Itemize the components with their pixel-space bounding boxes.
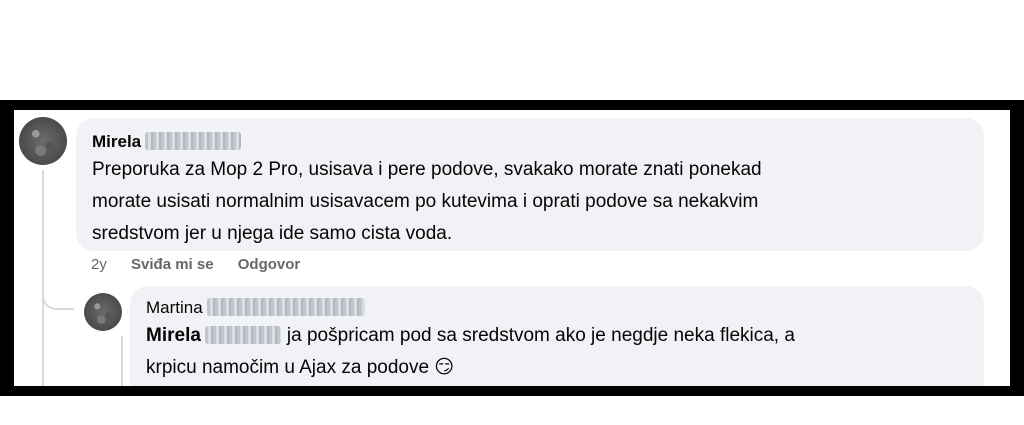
author-name[interactable]: Martina xyxy=(146,298,203,317)
reply-button[interactable]: Odgovor xyxy=(238,256,301,273)
comment-bubble: Mirela Preporuka za Mop 2 Pro, usisava i… xyxy=(76,118,984,251)
reply-text-line: ja pošpricam pod sa sredstvom ako je neg… xyxy=(286,325,795,346)
comment-text-line: morate usisati normalnim usisavacem po k… xyxy=(92,191,759,212)
thread-line xyxy=(42,170,44,386)
blurred-surname xyxy=(204,326,281,344)
like-button[interactable]: Sviđa mi se xyxy=(131,256,214,273)
comment-actions: 2y Sviđa mi se Odgovor xyxy=(91,256,320,273)
thread-line-reply xyxy=(121,336,123,386)
comment-text-line: sredstvom jer u njega ide samo cista vod… xyxy=(92,223,453,244)
blurred-surname xyxy=(145,132,242,150)
avatar[interactable] xyxy=(19,117,67,165)
comment-thread: Mirela Preporuka za Mop 2 Pro, usisava i… xyxy=(14,110,1010,386)
avatar[interactable] xyxy=(84,293,122,331)
comment-author[interactable]: Mirela xyxy=(92,132,242,152)
comment-time[interactable]: 2y xyxy=(91,256,107,273)
reply-text: Mirela ja pošpricam pod sa sredstvom ako … xyxy=(146,320,795,384)
comment-text: Preporuka za Mop 2 Pro, usisava i pere p… xyxy=(92,154,762,250)
author-name[interactable]: Mirela xyxy=(92,132,141,151)
reply-author[interactable]: Martina xyxy=(146,298,365,318)
thread-reply-connector xyxy=(42,286,74,310)
comment-text-line: Preporuka za Mop 2 Pro, usisava i pere p… xyxy=(92,159,762,180)
mention-link[interactable]: Mirela xyxy=(146,325,201,346)
blurred-surname xyxy=(206,298,365,316)
reply-text-line: krpicu namočim u Ajax za podove 😏 xyxy=(146,357,455,378)
reply-bubble: Martina Mirela ja pošpricam pod sa sredst… xyxy=(130,286,984,386)
